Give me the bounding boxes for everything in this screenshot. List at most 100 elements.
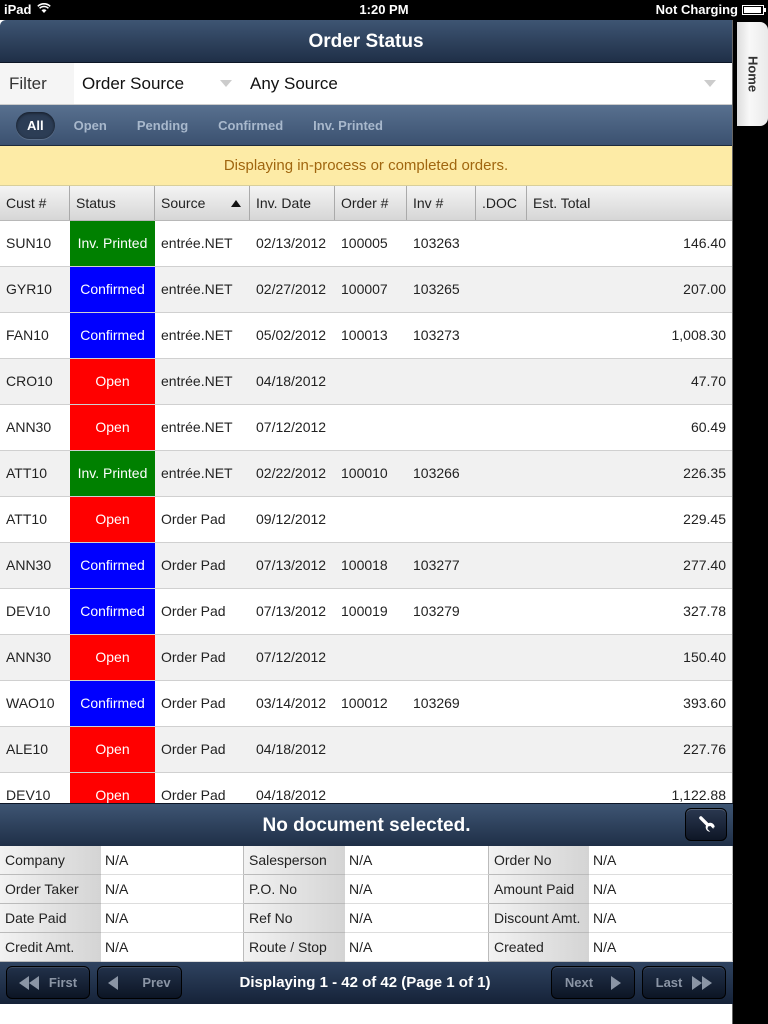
- status-badge: Inv. Printed: [70, 221, 155, 266]
- status-badge: Open: [70, 405, 155, 450]
- first-page-button[interactable]: First: [6, 966, 90, 999]
- cell-cust: GYR10: [6, 281, 52, 297]
- table-row[interactable]: ATT10 Open Order Pad 09/12/2012 229.45: [0, 497, 732, 543]
- cell-date: 07/12/2012: [256, 419, 327, 435]
- table-row[interactable]: ATT10 Inv. Printed entrée.NET 02/22/2012 100…: [0, 451, 732, 497]
- column-header-est-total[interactable]: Est. Total: [527, 186, 732, 220]
- table-row[interactable]: ANN30 Open entrée.NET 07/12/2012 60.49: [0, 405, 732, 451]
- filter-label: Filter: [0, 63, 74, 104]
- status-badge: Open: [70, 635, 155, 680]
- table-row[interactable]: GYR10 Confirmed entrée.NET 02/27/2012 100007…: [0, 267, 732, 313]
- table-row[interactable]: DEV10 Confirmed Order Pad 07/13/2012 100019 1…: [0, 589, 732, 635]
- chevron-down-icon: [704, 80, 716, 87]
- last-page-button[interactable]: Last: [642, 966, 726, 999]
- pager-info: Displaying 1 - 42 of 42 (Page 1 of 1): [239, 974, 491, 991]
- detail-label: Salesperson: [244, 846, 345, 875]
- cell-date: 07/13/2012: [256, 603, 327, 619]
- cell-source: Order Pad: [161, 557, 226, 573]
- cell-order: 100018: [341, 557, 388, 573]
- tab-open[interactable]: Open: [63, 112, 118, 139]
- table-row[interactable]: WAO10 Confirmed Order Pad 03/14/2012 100012 1…: [0, 681, 732, 727]
- detail-label: Amount Paid: [489, 875, 589, 904]
- tools-button[interactable]: [685, 808, 727, 841]
- status-badge: Confirmed: [70, 681, 155, 726]
- cell-doc: [476, 727, 527, 772]
- status-badge: Open: [70, 497, 155, 542]
- cell-cust: ATT10: [6, 511, 47, 527]
- cell-source: entrée.NET: [161, 235, 233, 251]
- cell-inv: [407, 635, 476, 680]
- cell-source: entrée.NET: [161, 373, 233, 389]
- cell-doc: [476, 681, 527, 726]
- cell-inv: 103277: [413, 557, 460, 573]
- cell-doc: [476, 543, 527, 588]
- filter-value-text: Any Source: [250, 73, 338, 93]
- column-header-inv-date[interactable]: Inv. Date: [250, 186, 335, 220]
- cell-total: 229.45: [683, 511, 726, 527]
- cell-cust: ANN30: [6, 419, 52, 435]
- detail-value: N/A: [589, 846, 733, 875]
- detail-value: N/A: [101, 904, 244, 933]
- cell-date: 07/13/2012: [256, 557, 327, 573]
- pager: First Prev Displaying 1 - 42 of 42 (Page…: [0, 962, 733, 1004]
- cell-cust: ALE10: [6, 741, 49, 757]
- cell-total: 226.35: [683, 465, 726, 481]
- table-row[interactable]: ANN30 Open Order Pad 07/12/2012 150.40: [0, 635, 732, 681]
- detail-label: Credit Amt.: [0, 933, 101, 962]
- first-label: First: [48, 975, 78, 990]
- status-bar: iPad 1:20 PM Not Charging: [0, 0, 768, 20]
- next-label: Next: [564, 975, 594, 990]
- cell-doc: [476, 635, 527, 680]
- tab-pending[interactable]: Pending: [126, 112, 199, 139]
- cell-date: 07/12/2012: [256, 649, 327, 665]
- cell-inv: [407, 405, 476, 450]
- detail-label: Discount Amt.: [489, 904, 589, 933]
- cell-date: 02/22/2012: [256, 465, 327, 481]
- table-row[interactable]: ALE10 Open Order Pad 04/18/2012 227.76: [0, 727, 732, 773]
- cell-inv: 103266: [413, 465, 460, 481]
- cell-doc: [476, 267, 527, 312]
- cell-source: entrée.NET: [161, 419, 233, 435]
- column-header-cust[interactable]: Cust #: [0, 186, 70, 220]
- home-tab-label: Home: [745, 55, 760, 93]
- detail-value: N/A: [101, 875, 244, 904]
- cell-order: 100007: [341, 281, 388, 297]
- cell-total: 1,008.30: [671, 327, 727, 343]
- table-row[interactable]: FAN10 Confirmed entrée.NET 05/02/2012 100013…: [0, 313, 732, 359]
- filter-field-select[interactable]: Order Source: [74, 63, 242, 104]
- battery-icon: [742, 4, 766, 15]
- tab-inv-printed[interactable]: Inv. Printed: [302, 112, 394, 139]
- table-row[interactable]: CRO10 Open entrée.NET 04/18/2012 47.70: [0, 359, 732, 405]
- cell-doc: [476, 451, 527, 496]
- table-row[interactable]: ANN30 Confirmed Order Pad 07/13/2012 100018 1…: [0, 543, 732, 589]
- status-badge: Open: [70, 727, 155, 772]
- cell-order: [335, 635, 407, 680]
- cell-date: 02/13/2012: [256, 235, 327, 251]
- cell-source: entrée.NET: [161, 465, 233, 481]
- filter-value-select[interactable]: Any Source: [242, 63, 732, 104]
- cell-cust: ANN30: [6, 649, 52, 665]
- sort-ascending-icon: [231, 200, 241, 207]
- cell-doc: [476, 497, 527, 542]
- cell-order: 100005: [341, 235, 388, 251]
- cell-total: 277.40: [683, 557, 726, 573]
- column-header-status[interactable]: Status: [70, 186, 155, 220]
- cell-date: 03/14/2012: [256, 695, 327, 711]
- home-tab[interactable]: Home: [737, 22, 768, 126]
- detail-value: N/A: [345, 904, 489, 933]
- detail-value: N/A: [101, 846, 244, 875]
- cell-inv: [407, 359, 476, 404]
- next-page-button[interactable]: Next: [551, 966, 635, 999]
- column-header-doc[interactable]: .DOC: [476, 186, 527, 220]
- tab-all[interactable]: All: [16, 111, 55, 139]
- table-row[interactable]: SUN10 Inv. Printed entrée.NET 02/13/2012 100…: [0, 221, 732, 267]
- column-header-source[interactable]: Source: [155, 186, 250, 220]
- cell-source: Order Pad: [161, 649, 226, 665]
- tab-confirmed[interactable]: Confirmed: [207, 112, 294, 139]
- column-header-order[interactable]: Order #: [335, 186, 407, 220]
- prev-page-button[interactable]: Prev: [97, 966, 182, 999]
- cell-source: Order Pad: [161, 511, 226, 527]
- column-header-inv[interactable]: Inv #: [407, 186, 476, 220]
- left-arrow-icon: [108, 975, 119, 990]
- cell-date: 04/18/2012: [256, 741, 327, 757]
